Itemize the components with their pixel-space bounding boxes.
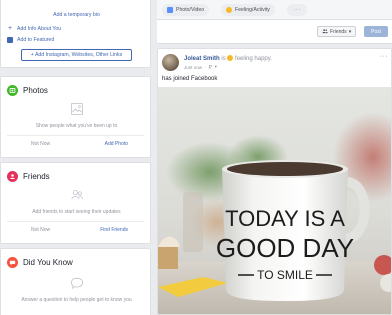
did-you-know-description: Answer a question to help people get to … <box>21 297 132 303</box>
audience-selector[interactable]: Friends ▾ <box>317 26 357 37</box>
post-meta: Just now · ▾ <box>184 64 217 70</box>
add-links-button[interactable]: + Add Instagram, Websites, Other Links <box>21 49 132 61</box>
composer-footer: Friends ▾ Post <box>157 20 392 44</box>
photos-not-now-button[interactable]: Not Now <box>31 141 50 147</box>
did-you-know-title: Did You Know <box>23 258 73 267</box>
happy-emoji-icon <box>227 55 234 61</box>
photo-video-label: Photo/Video <box>176 7 205 13</box>
friends-not-now-button[interactable]: Not Now <box>31 227 50 233</box>
add-info-link[interactable]: + Add Info About You <box>7 25 62 32</box>
photos-icon <box>7 85 18 96</box>
feed-post: Joleat Smith is feeling happy. Just now … <box>157 48 392 315</box>
photos-description: Show people what you've been up to <box>35 123 118 129</box>
post-author-name[interactable]: Joleat Smith <box>184 56 220 62</box>
friends-header[interactable]: Friends <box>7 171 50 182</box>
post-photo[interactable]: TODAY IS A GOOD DAY TO SMILE <box>158 87 391 314</box>
post-button[interactable]: Post <box>364 26 388 37</box>
dot-separator: · <box>204 64 206 70</box>
photos-header[interactable]: Photos <box>7 85 48 96</box>
add-photo-button[interactable]: Add Photo <box>105 141 128 147</box>
add-featured-label: Add to Featured <box>17 37 55 43</box>
post-text: has joined Facebook <box>162 76 218 82</box>
featured-icon <box>7 37 13 43</box>
feeling-activity-button[interactable]: Feeling/Activity <box>221 4 275 16</box>
did-you-know-section: Did You Know Answer a question to help p… <box>0 248 151 315</box>
photo-video-button[interactable]: Photo/Video <box>162 4 210 16</box>
feeling-activity-label: Feeling/Activity <box>235 7 270 13</box>
mug-text-line1: TODAY IS A <box>225 206 345 231</box>
caret-down-icon: ▾ <box>348 28 352 35</box>
smiley-icon <box>226 7 232 13</box>
friends-placeholder-icon <box>1 187 152 203</box>
add-info-label: Add Info About You <box>17 26 62 32</box>
post-header-line: Joleat Smith is feeling happy. <box>184 55 272 62</box>
mug-text-line2: GOOD DAY <box>216 233 354 263</box>
divider <box>7 221 144 222</box>
composer-more-button[interactable]: ··· <box>287 4 307 16</box>
post-is-word: is <box>221 56 226 62</box>
find-friends-button[interactable]: Find Friends <box>100 227 128 233</box>
profile-left-column: Add a temporary bio + Add Info About You… <box>0 0 151 315</box>
friends-section: Friends Add friends to start seeing thei… <box>0 162 151 244</box>
mug-photo-illustration: TODAY IS A GOOD DAY TO SMILE <box>158 87 391 314</box>
plus-icon: + <box>7 25 13 32</box>
photo-video-icon <box>167 7 173 13</box>
photos-section: Photos Show people what you've been up t… <box>0 76 151 158</box>
friends-privacy-icon[interactable] <box>208 64 213 70</box>
friends-title: Friends <box>23 172 50 181</box>
caret-down-icon: ▾ <box>214 64 217 69</box>
mug-text-line3: TO SMILE <box>257 268 313 282</box>
avatar[interactable] <box>162 54 179 71</box>
intro-card: Add a temporary bio + Add Info About You… <box>0 0 151 68</box>
friends-audience-icon <box>322 28 328 36</box>
photos-title: Photos <box>23 86 48 95</box>
did-you-know-header[interactable]: Did You Know <box>7 257 73 268</box>
post-feeling: feeling happy. <box>235 56 272 62</box>
friends-description: Add friends to start seeing their update… <box>32 209 121 215</box>
friends-icon <box>7 171 18 182</box>
post-timestamp[interactable]: Just now <box>184 65 202 70</box>
add-temporary-bio-link[interactable]: Add a temporary bio <box>1 12 152 18</box>
composer-bar: Photo/Video Feeling/Activity ··· <box>157 0 392 20</box>
add-featured-link[interactable]: Add to Featured <box>7 37 54 43</box>
divider <box>7 135 144 136</box>
audience-label: Friends <box>330 28 347 35</box>
did-you-know-icon <box>7 257 18 268</box>
post-options-button[interactable]: ··· <box>380 53 388 60</box>
photo-placeholder-icon <box>1 101 152 117</box>
speech-bubble-icon <box>1 275 152 291</box>
